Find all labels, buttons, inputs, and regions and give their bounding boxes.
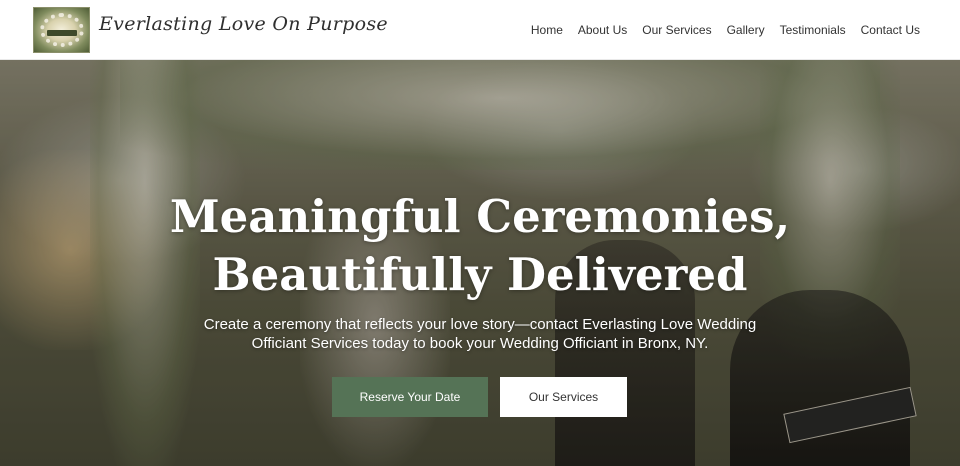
nav-gallery[interactable]: Gallery xyxy=(727,23,765,37)
brand-name[interactable]: Everlasting Love On Purpose xyxy=(99,13,388,35)
hero-title-line-1: Meaningful Ceremonies, xyxy=(169,190,791,243)
logo-image[interactable] xyxy=(33,7,90,53)
reserve-your-date-button[interactable]: Reserve Your Date xyxy=(332,377,488,417)
logo-plaque xyxy=(47,30,77,36)
nav-home[interactable]: Home xyxy=(531,23,563,37)
nav-our-services[interactable]: Our Services xyxy=(642,23,711,37)
hero-subtitle-line-1: Create a ceremony that reflects your lov… xyxy=(203,316,757,333)
hero-section: Meaningful Ceremonies, Beautifully Deliv… xyxy=(0,60,960,466)
hero-subtitle: Create a ceremony that reflects your lov… xyxy=(0,315,960,353)
hero-subtitle-line-2: Officiant Services today to book your We… xyxy=(251,335,709,352)
nav-about-us[interactable]: About Us xyxy=(578,23,627,37)
hero-title-line-2: Beautifully Delivered xyxy=(212,248,748,301)
nav-testimonials[interactable]: Testimonials xyxy=(780,23,846,37)
main-nav: Home About Us Our Services Gallery Testi… xyxy=(531,0,920,60)
hero-title: Meaningful Ceremonies, Beautifully Deliv… xyxy=(0,188,960,304)
nav-contact-us[interactable]: Contact Us xyxy=(861,23,920,37)
our-services-button[interactable]: Our Services xyxy=(500,377,627,417)
site-header: Everlasting Love On Purpose Home About U… xyxy=(0,0,960,60)
